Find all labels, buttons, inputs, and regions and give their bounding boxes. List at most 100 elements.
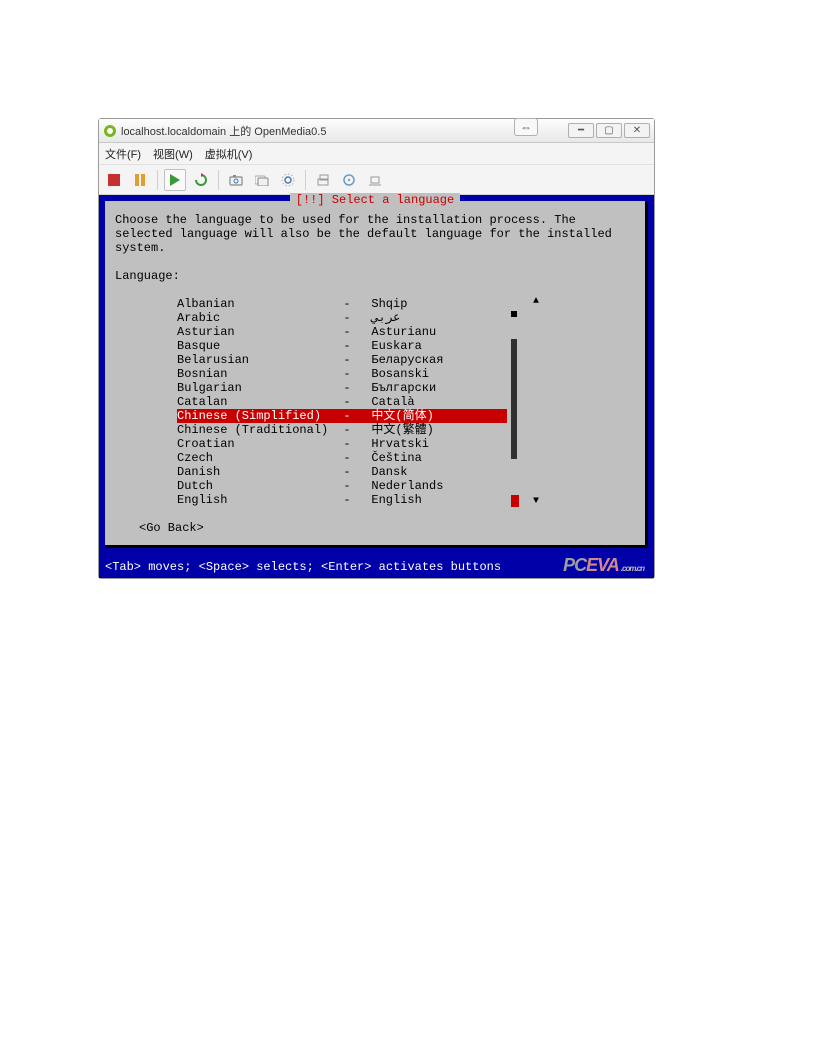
language-native: Беларуская <box>357 353 507 367</box>
language-label: Language: <box>115 269 635 283</box>
maximize-button[interactable]: ▢ <box>596 123 622 138</box>
language-option[interactable]: Basque- Euskara <box>177 339 507 353</box>
scroll-down-arrow[interactable]: ▼ <box>533 495 539 509</box>
popout-button[interactable]: ⇔ <box>514 118 538 136</box>
language-option[interactable]: Belarusian- Беларуская <box>177 353 507 367</box>
language-native: عربي <box>357 311 507 325</box>
cd-icon[interactable] <box>338 169 360 191</box>
dialog-title: [!!] Select a language <box>290 193 460 207</box>
language-name: Czech <box>177 451 337 465</box>
language-native: Hrvatski <box>357 437 507 451</box>
language-name: English <box>177 493 337 507</box>
scroll-cursor-marker <box>511 495 519 507</box>
language-option[interactable]: Arabic- عربي <box>177 311 507 325</box>
scrollbar[interactable]: ▲ ▼ <box>511 297 517 507</box>
language-option[interactable]: Catalan- Català <box>177 395 507 409</box>
scroll-up-arrow[interactable]: ▲ <box>533 295 539 309</box>
minimize-button[interactable]: ━ <box>568 123 594 138</box>
language-name: Danish <box>177 465 337 479</box>
language-native: Български <box>357 381 507 395</box>
vm-console-window: localhost.localdomain 上的 OpenMedia0.5 ⇔ … <box>98 118 655 579</box>
language-option[interactable]: Danish- Dansk <box>177 465 507 479</box>
separator: - <box>337 493 357 507</box>
language-option[interactable]: Bulgarian- Български <box>177 381 507 395</box>
menu-file[interactable]: 文件(F) <box>105 146 141 162</box>
dialog-description: Choose the language to be used for the i… <box>115 213 635 255</box>
window-title: localhost.localdomain 上的 OpenMedia0.5 <box>121 123 568 139</box>
language-name: Basque <box>177 339 337 353</box>
separator: - <box>337 395 357 409</box>
language-name: Belarusian <box>177 353 337 367</box>
language-name: Catalan <box>177 395 337 409</box>
language-native: Bosanski <box>357 367 507 381</box>
separator: - <box>337 367 357 381</box>
menu-vm[interactable]: 虚拟机(V) <box>205 146 253 162</box>
separator: - <box>337 409 357 423</box>
separator: - <box>337 423 357 437</box>
language-option[interactable]: Bosnian- Bosanski <box>177 367 507 381</box>
stop-button[interactable] <box>103 169 125 191</box>
language-native: Català <box>357 395 507 409</box>
menu-view[interactable]: 视图(W) <box>153 146 193 162</box>
language-name: Chinese (Simplified) <box>177 409 337 423</box>
language-option[interactable]: Asturian- Asturianu <box>177 325 507 339</box>
close-button[interactable]: ✕ <box>624 123 650 138</box>
toolbar <box>99 165 654 195</box>
language-name: Dutch <box>177 479 337 493</box>
snapshot-button[interactable] <box>225 169 247 191</box>
toolbar-separator <box>305 170 306 190</box>
language-native: 中文(繁體) <box>357 423 507 437</box>
language-list[interactable]: ▲ ▼ Albanian- ShqipArabic- عربيAsturian-… <box>177 297 507 507</box>
language-name: Chinese (Traditional) <box>177 423 337 437</box>
language-option[interactable]: Albanian- Shqip <box>177 297 507 311</box>
toolbar-separator <box>157 170 158 190</box>
toolbar-separator <box>218 170 219 190</box>
separator: - <box>337 381 357 395</box>
separator: - <box>337 451 357 465</box>
separator: - <box>337 325 357 339</box>
separator: - <box>337 479 357 493</box>
language-option[interactable]: Croatian- Hrvatski <box>177 437 507 451</box>
language-option[interactable]: Chinese (Traditional)- 中文(繁體) <box>177 423 507 437</box>
watermark: PCEVA.com.cn <box>563 555 644 576</box>
language-native: Čeština <box>357 451 507 465</box>
language-option[interactable]: Czech- Čeština <box>177 451 507 465</box>
language-native: Dansk <box>357 465 507 479</box>
language-native: Nederlands <box>357 479 507 493</box>
language-option[interactable]: English- English <box>177 493 507 507</box>
language-name: Asturian <box>177 325 337 339</box>
menubar: 文件(F) 视图(W) 虚拟机(V) <box>99 143 654 165</box>
language-option[interactable]: Dutch- Nederlands <box>177 479 507 493</box>
network-icon[interactable] <box>364 169 386 191</box>
select-language-dialog: [!!] Select a language Choose the langua… <box>105 201 648 548</box>
language-native: Asturianu <box>357 325 507 339</box>
settings-button[interactable] <box>277 169 299 191</box>
go-back-button[interactable]: <Go Back> <box>139 521 635 535</box>
language-native: 中文(简体) <box>357 409 507 423</box>
separator: - <box>337 297 357 311</box>
scroll-tick <box>511 311 517 317</box>
floppy-icon[interactable] <box>312 169 334 191</box>
separator: - <box>337 437 357 451</box>
separator: - <box>337 311 357 325</box>
language-name: Albanian <box>177 297 337 311</box>
pause-button[interactable] <box>129 169 151 191</box>
language-option[interactable]: Chinese (Simplified)- 中文(简体) <box>177 409 507 423</box>
play-button[interactable] <box>164 169 186 191</box>
language-name: Bulgarian <box>177 381 337 395</box>
separator: - <box>337 353 357 367</box>
language-name: Arabic <box>177 311 337 325</box>
scroll-thumb[interactable] <box>511 339 517 459</box>
titlebar[interactable]: localhost.localdomain 上的 OpenMedia0.5 ⇔ … <box>99 119 654 143</box>
separator: - <box>337 465 357 479</box>
language-name: Bosnian <box>177 367 337 381</box>
reset-button[interactable] <box>190 169 212 191</box>
language-name: Croatian <box>177 437 337 451</box>
separator: - <box>337 339 357 353</box>
language-native: Euskara <box>357 339 507 353</box>
snapshot-manager-button[interactable] <box>251 169 273 191</box>
language-native: English <box>357 493 507 507</box>
language-native: Shqip <box>357 297 507 311</box>
console-content: [!!] Select a language Choose the langua… <box>99 195 654 578</box>
app-icon <box>103 124 117 138</box>
